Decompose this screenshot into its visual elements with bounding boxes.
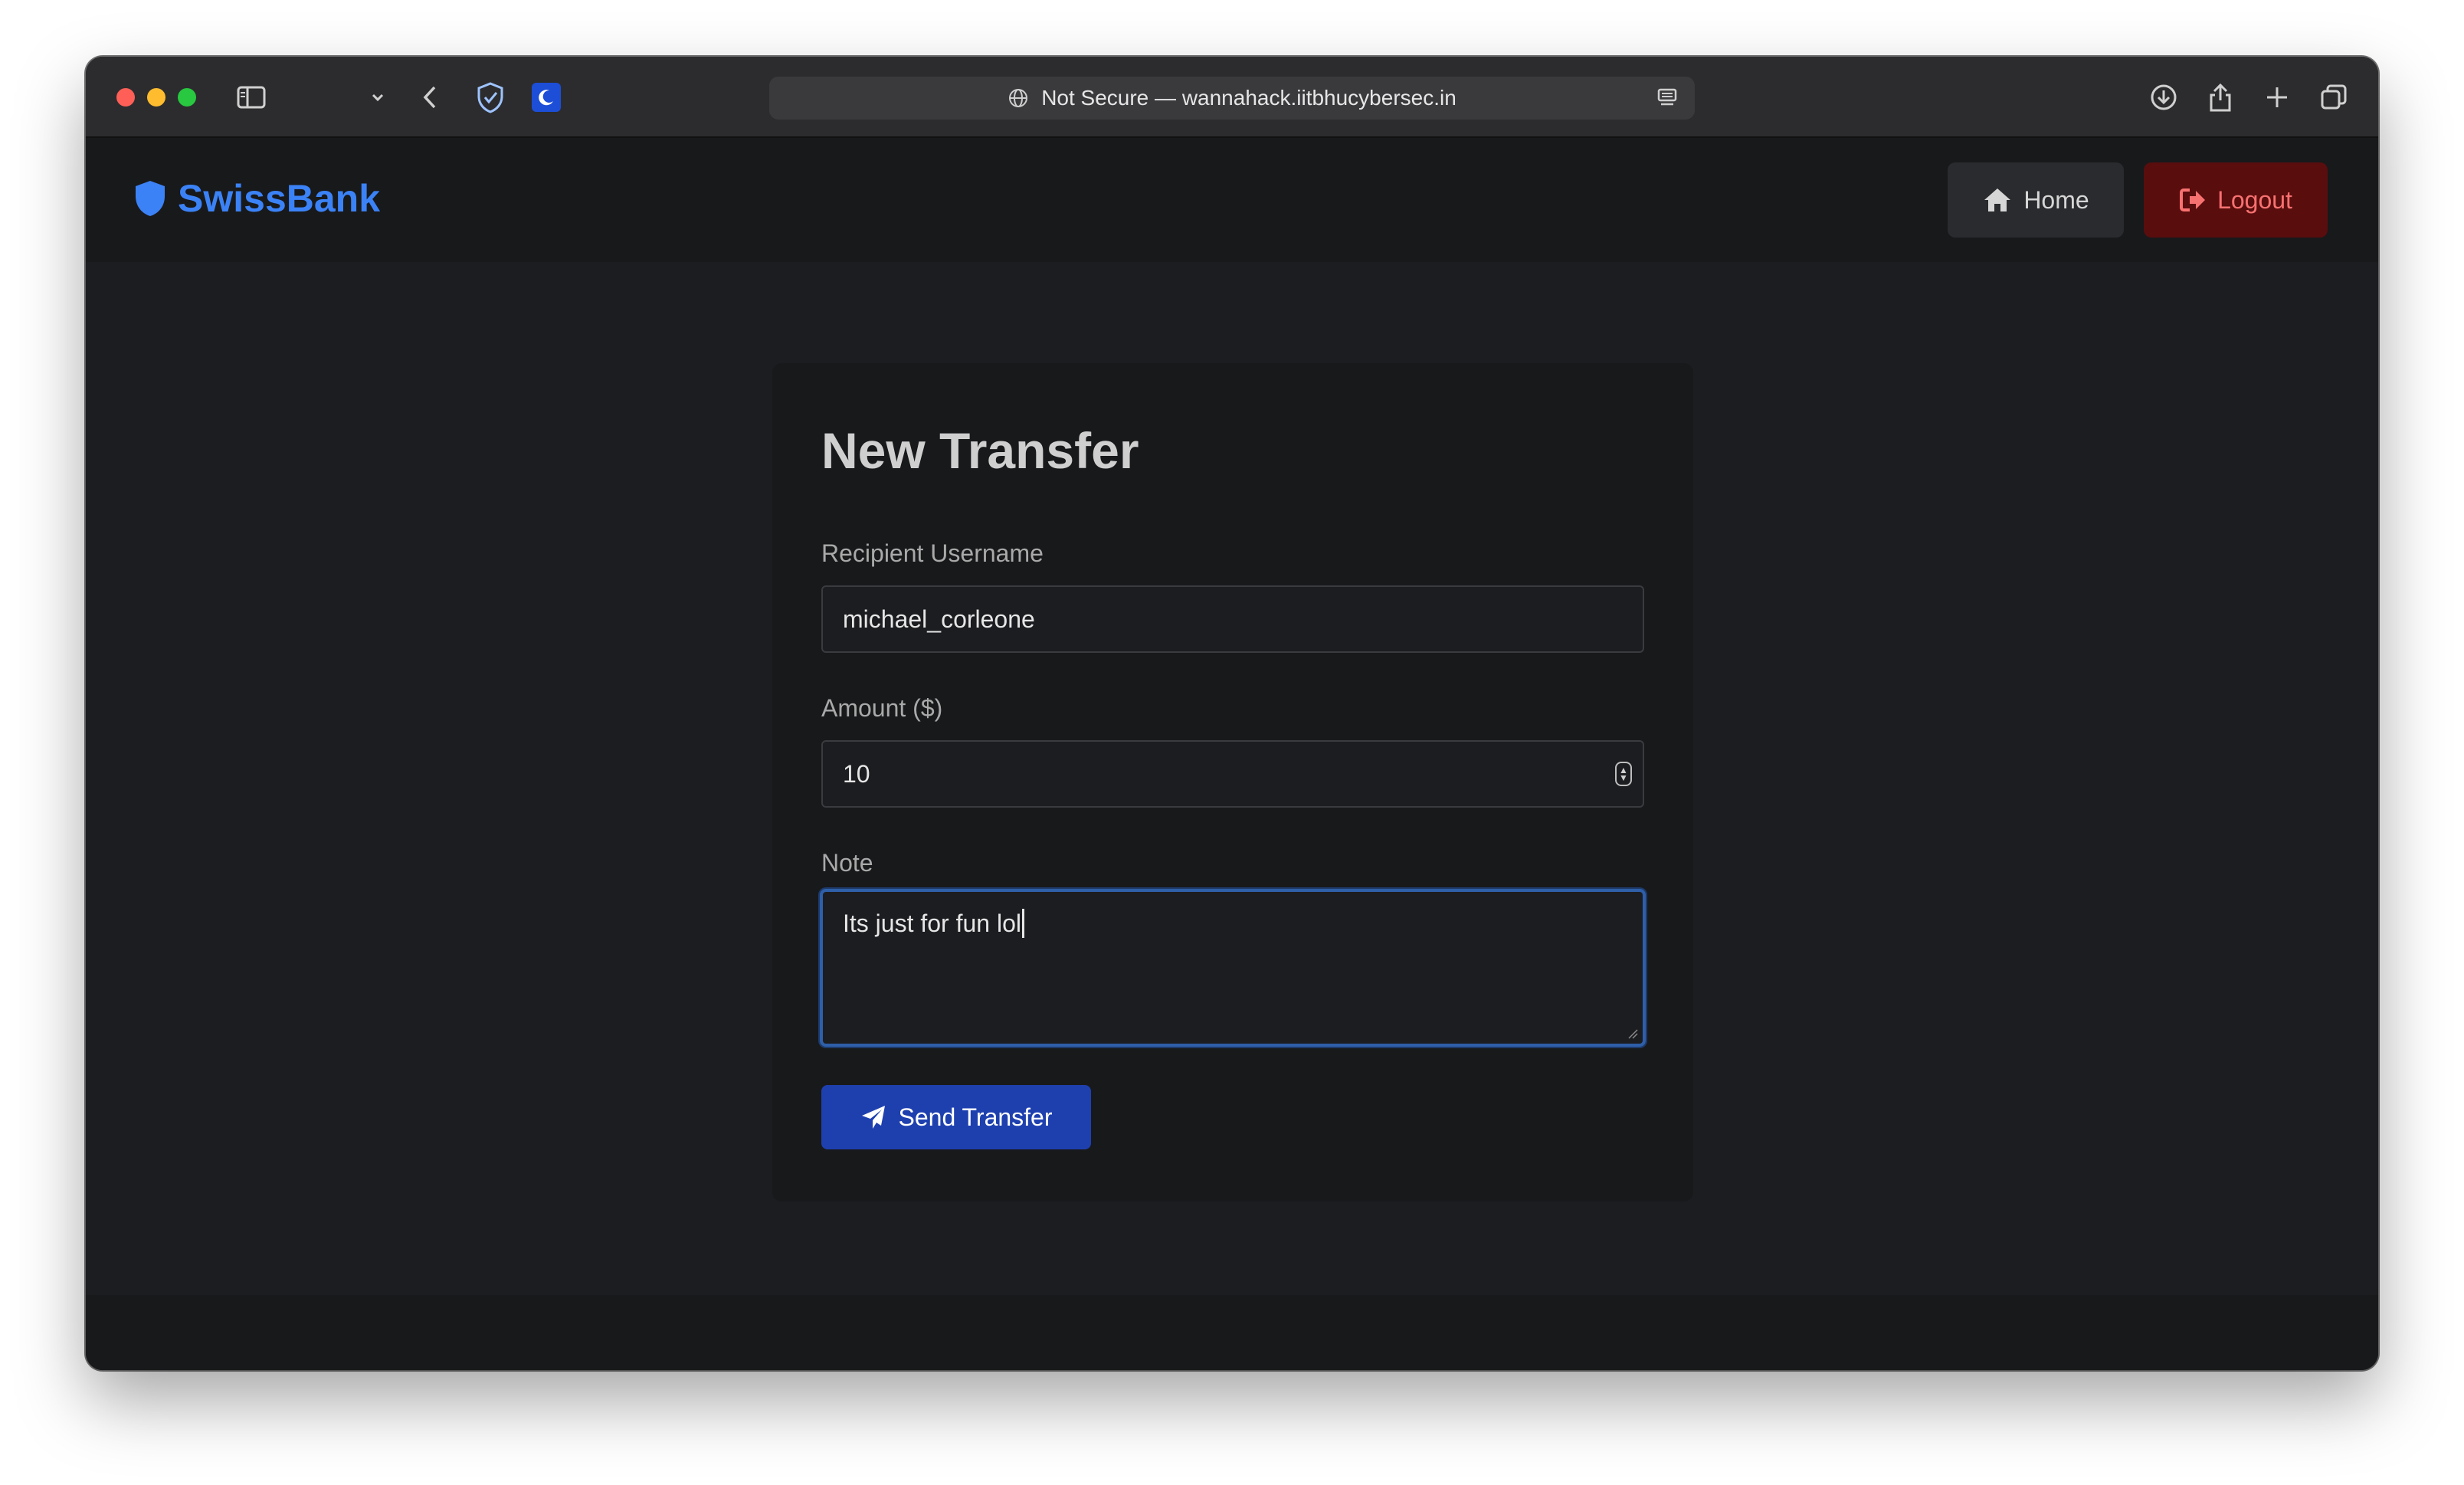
address-bar[interactable]: Not Secure — wannahack.iitbhucybersec.in bbox=[769, 77, 1695, 120]
sidebar-icon[interactable] bbox=[234, 80, 268, 115]
zoom-window-button[interactable] bbox=[178, 88, 196, 107]
globe-icon bbox=[1008, 87, 1029, 109]
home-button-label: Home bbox=[2023, 185, 2089, 214]
browser-window: Not Secure — wannahack.iitbhucybersec.in… bbox=[86, 57, 2378, 1370]
extension-moon-icon[interactable] bbox=[530, 80, 562, 115]
page-footer bbox=[86, 1295, 2378, 1370]
amount-field: ▲▼ bbox=[772, 740, 1693, 808]
page-title: New Transfer bbox=[821, 422, 1139, 479]
chevron-down-icon[interactable] bbox=[369, 80, 386, 115]
amount-input[interactable] bbox=[821, 740, 1644, 808]
back-arrow-icon[interactable] bbox=[418, 80, 441, 115]
resize-grip-icon[interactable] bbox=[1627, 1028, 1638, 1039]
logout-button[interactable]: Logout bbox=[2144, 162, 2328, 238]
page-content: SwissBank Home Logout New Transfer Recip… bbox=[86, 138, 2378, 1370]
note-text: Its just for fun lol bbox=[843, 910, 1021, 937]
shield-icon bbox=[133, 179, 167, 218]
note-textarea[interactable]: Its just for fun lol bbox=[820, 889, 1646, 1047]
note-label: Note bbox=[821, 849, 873, 877]
logout-icon bbox=[2179, 187, 2207, 213]
brand-logo[interactable]: SwissBank bbox=[133, 176, 380, 221]
text-caret bbox=[1021, 909, 1024, 938]
plus-icon[interactable] bbox=[2260, 80, 2294, 115]
tabs-icon[interactable] bbox=[2317, 80, 2351, 115]
transfer-card: New Transfer Recipient Username Amount (… bbox=[772, 363, 1693, 1201]
recipient-username-input[interactable] bbox=[821, 585, 1644, 653]
download-icon[interactable] bbox=[2147, 80, 2181, 115]
home-icon bbox=[1982, 186, 2013, 214]
share-icon[interactable] bbox=[2204, 80, 2237, 115]
browser-toolbar: Not Secure — wannahack.iitbhucybersec.in bbox=[86, 57, 2378, 138]
amount-label: Amount ($) bbox=[821, 694, 943, 722]
site-navbar: SwissBank Home Logout bbox=[86, 138, 2378, 262]
reader-icon[interactable] bbox=[1656, 87, 1678, 109]
amount-stepper-icon[interactable]: ▲ ▼ bbox=[1615, 762, 1632, 786]
brand-name: SwissBank bbox=[178, 177, 381, 220]
paper-plane-icon bbox=[860, 1104, 886, 1130]
shield-check-icon[interactable] bbox=[473, 80, 507, 115]
close-window-button[interactable] bbox=[116, 88, 135, 107]
recipient-label: Recipient Username bbox=[821, 539, 1044, 567]
send-transfer-label: Send Transfer bbox=[898, 1103, 1053, 1131]
home-button[interactable]: Home bbox=[1948, 162, 2124, 238]
logout-button-label: Logout bbox=[2217, 185, 2292, 214]
minimize-window-button[interactable] bbox=[147, 88, 165, 107]
send-transfer-button[interactable]: Send Transfer bbox=[821, 1085, 1091, 1149]
url-text: Not Secure — wannahack.iitbhucybersec.in bbox=[1041, 86, 1456, 110]
